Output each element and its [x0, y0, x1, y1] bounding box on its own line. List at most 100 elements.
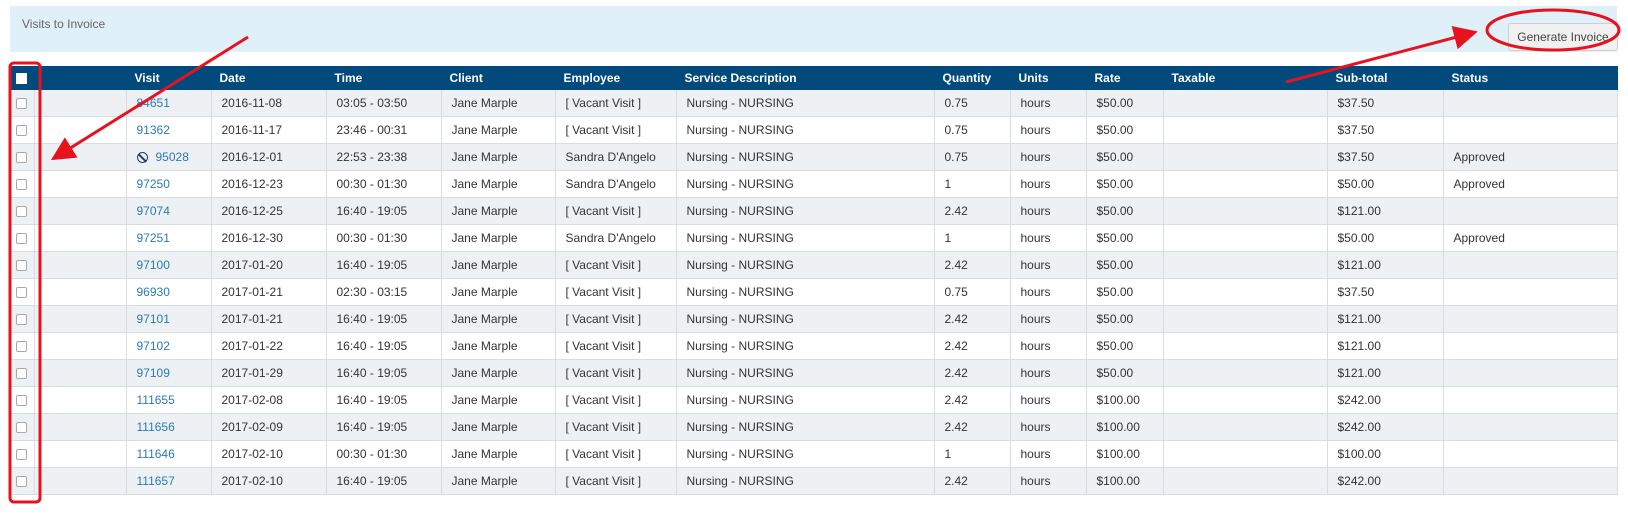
subtotal-cell: $121.00: [1327, 332, 1444, 360]
column-header-status[interactable]: Status: [1443, 66, 1618, 90]
column-header-date[interactable]: Date: [211, 66, 327, 90]
row-select-checkbox[interactable]: [16, 287, 28, 299]
date-cell: 2016-12-30: [211, 224, 327, 252]
table-row[interactable]: 84651 2016-11-08 03:05 - 03:50 Jane Marple[…: [10, 90, 1618, 117]
rate-cell: $50.00: [1086, 224, 1164, 252]
row-select-cell: [10, 170, 35, 198]
visit-link[interactable]: 91362: [137, 123, 170, 137]
column-header-service[interactable]: Service Description: [676, 66, 935, 90]
service-cell: Nursing - NURSING: [676, 467, 935, 495]
row-select-checkbox[interactable]: [16, 98, 28, 110]
table-row[interactable]: 97074 2016-12-25 16:40 - 19:05 Jane Marple[…: [10, 197, 1618, 225]
client-cell: Jane Marple: [441, 467, 556, 495]
table-row[interactable]: 111656 2017-02-09 16:40 - 19:05 Jane Marple…: [10, 413, 1618, 441]
visit-cell: 111656: [126, 413, 212, 441]
row-select-checkbox[interactable]: [16, 422, 28, 434]
time-cell: 23:46 - 00:31: [326, 116, 442, 144]
rate-cell: $100.00: [1086, 413, 1164, 441]
units-cell: hours: [1010, 90, 1087, 117]
visit-link[interactable]: 97101: [137, 312, 170, 326]
visit-link[interactable]: 97250: [137, 177, 170, 191]
row-select-checkbox[interactable]: [16, 368, 28, 380]
column-header-time[interactable]: Time: [326, 66, 442, 90]
column-header-units[interactable]: Units: [1010, 66, 1087, 90]
visit-link[interactable]: 97109: [137, 366, 170, 380]
units-cell: hours: [1010, 143, 1087, 171]
units-cell: hours: [1010, 170, 1087, 198]
taxable-cell: [1163, 332, 1328, 360]
visit-cell: 97100: [126, 251, 212, 279]
row-select-cell: [10, 116, 35, 144]
quantity-cell: 2.42: [934, 305, 1011, 333]
employee-cell: [ Vacant Visit ]: [555, 467, 677, 495]
visit-link[interactable]: 97074: [137, 204, 170, 218]
generate-invoice-button[interactable]: Generate Invoice: [1508, 23, 1618, 51]
status-cell: [1443, 467, 1618, 495]
row-select-checkbox[interactable]: [16, 152, 28, 164]
date-cell: 2016-11-08: [211, 90, 327, 117]
time-cell: 00:30 - 01:30: [326, 440, 442, 468]
visit-link[interactable]: 111656: [137, 420, 175, 434]
subtotal-cell: $37.50: [1327, 278, 1444, 306]
employee-cell: [ Vacant Visit ]: [555, 197, 677, 225]
column-header-visit[interactable]: Visit: [126, 66, 212, 90]
row-select-checkbox[interactable]: [16, 233, 28, 245]
table-row[interactable]: 95028 2016-12-01 22:53 - 23:38 Jane Marple S…: [10, 143, 1618, 171]
visit-link[interactable]: 97100: [137, 258, 170, 272]
row-select-checkbox[interactable]: [16, 476, 28, 488]
client-cell: Jane Marple: [441, 90, 556, 117]
status-cell: [1443, 413, 1618, 441]
visit-link[interactable]: 97251: [137, 231, 170, 245]
row-select-checkbox[interactable]: [16, 206, 28, 218]
column-header-quantity[interactable]: Quantity: [934, 66, 1011, 90]
select-all-checkbox[interactable]: [16, 73, 28, 85]
visit-link[interactable]: 111655: [137, 393, 175, 407]
table-row[interactable]: 97109 2017-01-29 16:40 - 19:05 Jane Marple[…: [10, 359, 1618, 387]
row-select-checkbox[interactable]: [16, 125, 28, 137]
visit-link[interactable]: 95028: [156, 150, 189, 164]
column-header-subtotal[interactable]: Sub-total: [1327, 66, 1444, 90]
column-header-client[interactable]: Client: [441, 66, 556, 90]
units-cell: hours: [1010, 359, 1087, 387]
taxable-cell: [1163, 440, 1328, 468]
table-row[interactable]: 97102 2017-01-22 16:40 - 19:05 Jane Marple[…: [10, 332, 1618, 360]
table-row[interactable]: 96930 2017-01-21 02:30 - 03:15 Jane Marple[…: [10, 278, 1618, 306]
service-cell: Nursing - NURSING: [676, 251, 935, 279]
row-select-checkbox[interactable]: [16, 260, 28, 272]
visit-link[interactable]: 111646: [137, 447, 175, 461]
row-select-cell: [10, 224, 35, 252]
row-select-checkbox[interactable]: [16, 341, 28, 353]
row-select-checkbox[interactable]: [16, 395, 28, 407]
service-cell: Nursing - NURSING: [676, 116, 935, 144]
visit-link[interactable]: 96930: [137, 285, 170, 299]
table-row[interactable]: 97250 2016-12-23 00:30 - 01:30 Jane Marple S…: [10, 170, 1618, 198]
row-select-checkbox[interactable]: [16, 179, 28, 191]
table-row[interactable]: 111646 2017-02-10 00:30 - 01:30 Jane Marple…: [10, 440, 1618, 468]
table-row[interactable]: 111655 2017-02-08 16:40 - 19:05 Jane Marple…: [10, 386, 1618, 414]
visit-cell: 97102: [126, 332, 212, 360]
table-row[interactable]: 97251 2016-12-30 00:30 - 01:30 Jane Marple S…: [10, 224, 1618, 252]
row-select-checkbox[interactable]: [16, 314, 28, 326]
row-select-checkbox[interactable]: [16, 449, 28, 461]
visit-link[interactable]: 84651: [137, 96, 170, 110]
table-row[interactable]: 97101 2017-01-21 16:40 - 19:05 Jane Marple[…: [10, 305, 1618, 333]
subtotal-cell: $37.50: [1327, 90, 1444, 117]
table-row[interactable]: 91362 2016-11-17 23:46 - 00:31 Jane Marple[…: [10, 116, 1618, 144]
status-cell: Approved: [1443, 170, 1618, 198]
column-header-employee[interactable]: Employee: [555, 66, 677, 90]
table-row[interactable]: 97100 2017-01-20 16:40 - 19:05 Jane Marple[…: [10, 251, 1618, 279]
spacer-cell: [34, 251, 127, 279]
time-cell: 16:40 - 19:05: [326, 305, 442, 333]
quantity-cell: 2.42: [934, 251, 1011, 279]
taxable-cell: [1163, 413, 1328, 441]
column-header-rate[interactable]: Rate: [1086, 66, 1164, 90]
rate-cell: $50.00: [1086, 278, 1164, 306]
visit-link[interactable]: 97102: [137, 339, 170, 353]
visit-link[interactable]: 111657: [137, 474, 175, 488]
visit-cell: 84651: [126, 90, 212, 117]
column-header-taxable[interactable]: Taxable: [1163, 66, 1328, 90]
client-cell: Jane Marple: [441, 359, 556, 387]
table-row[interactable]: 111657 2017-02-10 16:40 - 19:05 Jane Marple…: [10, 467, 1618, 495]
service-cell: Nursing - NURSING: [676, 332, 935, 360]
rate-cell: $50.00: [1086, 332, 1164, 360]
